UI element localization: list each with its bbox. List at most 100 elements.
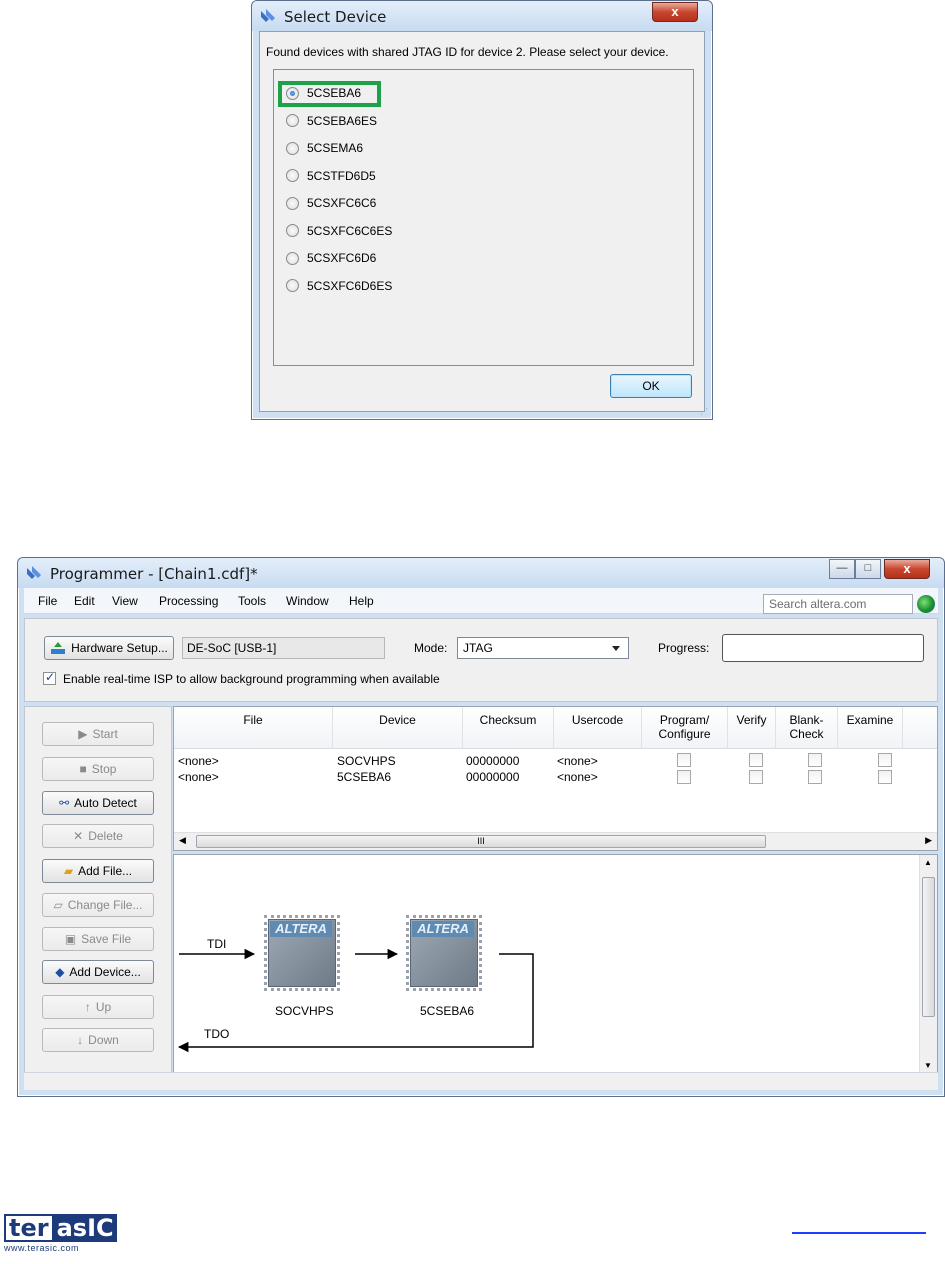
col-device[interactable]: Device bbox=[333, 707, 463, 749]
device-option-label: 5CSTFD6D5 bbox=[307, 168, 376, 183]
radio-button[interactable] bbox=[286, 279, 299, 292]
stop-icon: ■ bbox=[79, 762, 87, 776]
auto-detect-button[interactable]: ⚯ Auto Detect bbox=[42, 791, 154, 815]
scroll-thumb[interactable] bbox=[922, 877, 935, 1017]
blank-check-checkbox[interactable] bbox=[808, 770, 822, 784]
device-option[interactable]: 5CSTFD6D5 bbox=[286, 167, 376, 185]
scroll-right-icon[interactable]: ▶ bbox=[925, 835, 932, 846]
device-option[interactable]: 5CSXFC6C6ES bbox=[286, 222, 392, 240]
device-option[interactable]: 5CSEBA6 bbox=[286, 84, 361, 102]
close-icon: x bbox=[903, 561, 911, 576]
footer-link[interactable] bbox=[792, 1232, 926, 1234]
radio-button[interactable] bbox=[286, 169, 299, 182]
hardware-field: DE-SoC [USB-1] bbox=[182, 637, 385, 659]
add-file-button[interactable]: ▰ Add File... bbox=[42, 859, 154, 883]
menu-bar: File Edit View Processing Tools Window H… bbox=[24, 588, 938, 614]
device-list: 5CSEBA6 5CSEBA6ES 5CSEMA6 5CSTFD6D5 5CSXFC6C… bbox=[273, 69, 694, 366]
stop-button[interactable]: ■ Stop bbox=[42, 757, 154, 781]
col-file[interactable]: File bbox=[174, 707, 333, 749]
globe-icon[interactable] bbox=[917, 595, 935, 613]
device-option[interactable]: 5CSXFC6D6 bbox=[286, 249, 376, 267]
program-checkbox[interactable] bbox=[677, 753, 691, 767]
ok-button[interactable]: OK bbox=[610, 374, 692, 398]
col-checksum[interactable]: Checksum bbox=[463, 707, 554, 749]
programmer-close-button[interactable]: x bbox=[884, 559, 930, 579]
isp-checkbox-label: Enable real-time ISP to allow background… bbox=[63, 672, 440, 686]
search-input[interactable]: Search altera.com bbox=[763, 594, 913, 614]
isp-checkbox[interactable] bbox=[43, 670, 56, 685]
minimize-icon: — bbox=[836, 562, 848, 574]
status-bar bbox=[24, 1072, 938, 1090]
start-button[interactable]: ▶ Start bbox=[42, 722, 154, 746]
device-option[interactable]: 5CSEBA6ES bbox=[286, 112, 377, 130]
radio-button[interactable] bbox=[286, 86, 299, 100]
device-option-label: 5CSEBA6 bbox=[307, 86, 362, 100]
scroll-down-icon[interactable]: ▼ bbox=[924, 1061, 932, 1070]
jtag-chain-view: TDI TDO ALTERA SOCVHPS ALTERA 5CSEBA6 ▲ … bbox=[173, 854, 938, 1074]
device-option[interactable]: 5CSXFC6C6 bbox=[286, 194, 376, 212]
scroll-thumb[interactable]: III bbox=[196, 835, 766, 848]
radio-button[interactable] bbox=[286, 114, 299, 127]
blank-check-checkbox[interactable] bbox=[808, 753, 822, 767]
menu-help[interactable]: Help bbox=[349, 594, 374, 608]
delete-button[interactable]: ✕ Delete bbox=[42, 824, 154, 848]
delete-icon: ✕ bbox=[73, 829, 84, 843]
chip-label: SOCVHPS bbox=[275, 1004, 334, 1018]
device-chip-5cseba6[interactable]: ALTERA bbox=[406, 915, 482, 991]
device-option-label: 5CSXFC6C6ES bbox=[307, 223, 393, 238]
chip-label: 5CSEBA6 bbox=[420, 1004, 475, 1018]
dialog-titlebar: Select Device x bbox=[252, 1, 712, 31]
altera-app-icon bbox=[27, 566, 41, 579]
device-option-label: 5CSEMA6 bbox=[307, 141, 364, 155]
add-device-button[interactable]: ◆ Add Device... bbox=[42, 960, 154, 984]
change-file-button[interactable]: ▱ Change File... bbox=[42, 893, 154, 917]
scroll-up-icon[interactable]: ▲ bbox=[924, 858, 932, 867]
resize-grip[interactable]: ⋰ bbox=[700, 407, 710, 417]
up-button[interactable]: ↑ Up bbox=[42, 995, 154, 1019]
examine-checkbox[interactable] bbox=[878, 770, 892, 784]
altera-logo-icon: ALTERA bbox=[412, 921, 474, 937]
hardware-setup-button[interactable]: Hardware Setup... bbox=[44, 636, 174, 660]
col-program-configure[interactable]: Program/ Configure bbox=[642, 707, 728, 749]
save-file-button[interactable]: ▣ Save File bbox=[42, 927, 154, 951]
mode-select[interactable]: JTAG bbox=[457, 637, 629, 659]
programmer-title: Programmer - [Chain1.cdf]* bbox=[50, 565, 258, 583]
verify-checkbox[interactable] bbox=[749, 770, 763, 784]
mode-value: JTAG bbox=[463, 641, 493, 655]
change-file-icon: ▱ bbox=[53, 898, 63, 912]
menu-tools[interactable]: Tools bbox=[238, 594, 266, 608]
menu-edit[interactable]: Edit bbox=[74, 594, 95, 608]
verify-checkbox[interactable] bbox=[749, 753, 763, 767]
radio-button[interactable] bbox=[286, 224, 299, 237]
minimize-button[interactable]: — bbox=[829, 559, 855, 579]
device-option[interactable]: 5CSXFC6D6ES bbox=[286, 277, 392, 295]
horizontal-scrollbar[interactable]: ◀ III ▶ bbox=[174, 832, 937, 850]
col-examine[interactable]: Examine bbox=[838, 707, 903, 749]
examine-checkbox[interactable] bbox=[878, 753, 892, 767]
radio-button[interactable] bbox=[286, 141, 299, 155]
col-usercode[interactable]: Usercode bbox=[554, 707, 642, 749]
vertical-scrollbar[interactable]: ▲ ▼ bbox=[919, 855, 937, 1073]
radio-button[interactable] bbox=[286, 251, 299, 265]
down-button[interactable]: ↓ Down bbox=[42, 1028, 154, 1052]
dialog-message: Found devices with shared JTAG ID for de… bbox=[266, 45, 669, 59]
progress-bar bbox=[722, 634, 924, 662]
chevron-down-icon bbox=[612, 646, 620, 651]
menu-file[interactable]: File bbox=[38, 594, 57, 608]
mode-label: Mode: bbox=[414, 641, 448, 655]
col-blank-check[interactable]: Blank- Check bbox=[776, 707, 838, 749]
col-verify[interactable]: Verify bbox=[728, 707, 776, 749]
menu-window[interactable]: Window bbox=[286, 594, 329, 608]
dialog-close-button[interactable]: x bbox=[652, 2, 698, 22]
cell-usercode: <none> bbox=[557, 770, 598, 784]
program-checkbox[interactable] bbox=[677, 770, 691, 784]
programmer-window: Programmer - [Chain1.cdf]* — □ x File Ed… bbox=[17, 557, 945, 1097]
maximize-button[interactable]: □ bbox=[855, 559, 881, 579]
device-chip-socvhps[interactable]: ALTERA bbox=[264, 915, 340, 991]
device-option[interactable]: 5CSEMA6 bbox=[286, 139, 363, 157]
menu-view[interactable]: View bbox=[112, 594, 138, 608]
cell-file: <none> bbox=[178, 770, 219, 784]
scroll-left-icon[interactable]: ◀ bbox=[179, 835, 186, 846]
radio-button[interactable] bbox=[286, 196, 299, 210]
menu-processing[interactable]: Processing bbox=[159, 594, 218, 608]
